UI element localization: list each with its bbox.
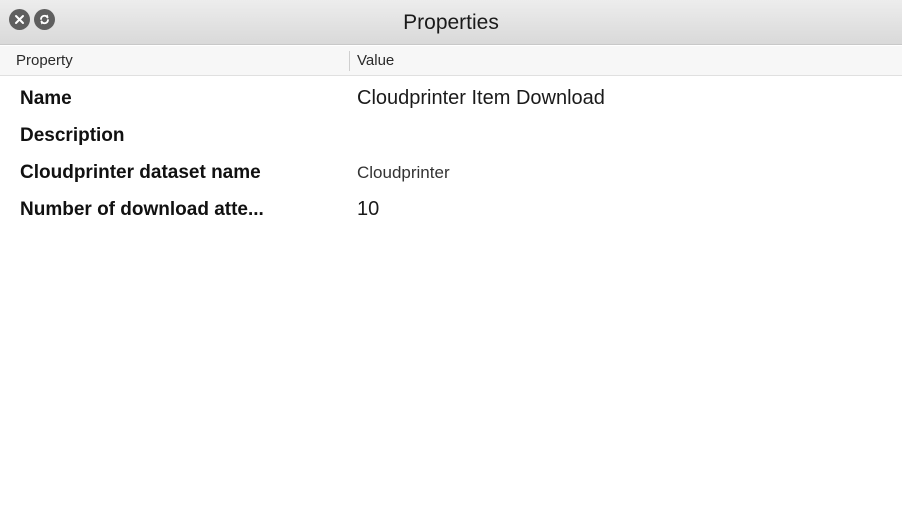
property-name: Name (20, 88, 72, 109)
column-header: Property Value (0, 46, 902, 76)
property-value[interactable]: Cloudprinter (357, 154, 877, 191)
property-row-name[interactable]: Name Cloudprinter Item Download (0, 80, 902, 117)
column-separator[interactable] (349, 51, 350, 71)
property-row-description[interactable]: Description (0, 117, 902, 154)
properties-window: Properties Property Value Name Cloudprin… (0, 0, 902, 519)
property-name: Number of download atte... (20, 199, 264, 220)
column-header-value[interactable]: Value (357, 46, 394, 76)
property-value[interactable]: Cloudprinter Item Download (357, 80, 877, 117)
property-name: Description (20, 125, 125, 146)
property-value[interactable]: 10 (357, 191, 877, 228)
title-bar[interactable]: Properties (0, 0, 902, 45)
column-header-property[interactable]: Property (16, 46, 73, 76)
property-name: Cloudprinter dataset name (20, 162, 261, 183)
property-list: Name Cloudprinter Item Download Descript… (0, 80, 902, 228)
property-row-download-attempts[interactable]: Number of download atte... 10 (0, 191, 902, 228)
window-title: Properties (403, 11, 499, 34)
property-row-dataset-name[interactable]: Cloudprinter dataset name Cloudprinter (0, 154, 902, 191)
property-value[interactable] (357, 117, 877, 154)
